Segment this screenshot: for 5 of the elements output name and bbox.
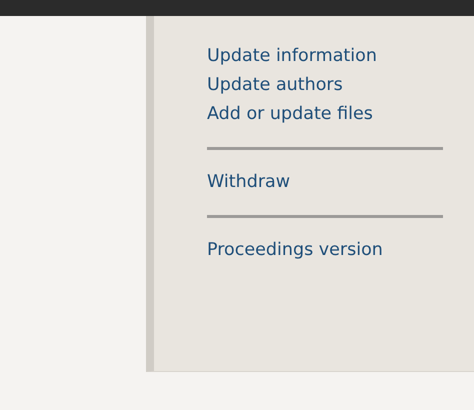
menu-link[interactable]: Update information: [207, 42, 377, 71]
menu-link[interactable]: Proceedings version: [207, 236, 383, 265]
menu-link[interactable]: Add or update files: [207, 100, 373, 129]
menu-link[interactable]: Withdraw: [207, 168, 290, 197]
menu-link[interactable]: Update authors: [207, 71, 343, 100]
